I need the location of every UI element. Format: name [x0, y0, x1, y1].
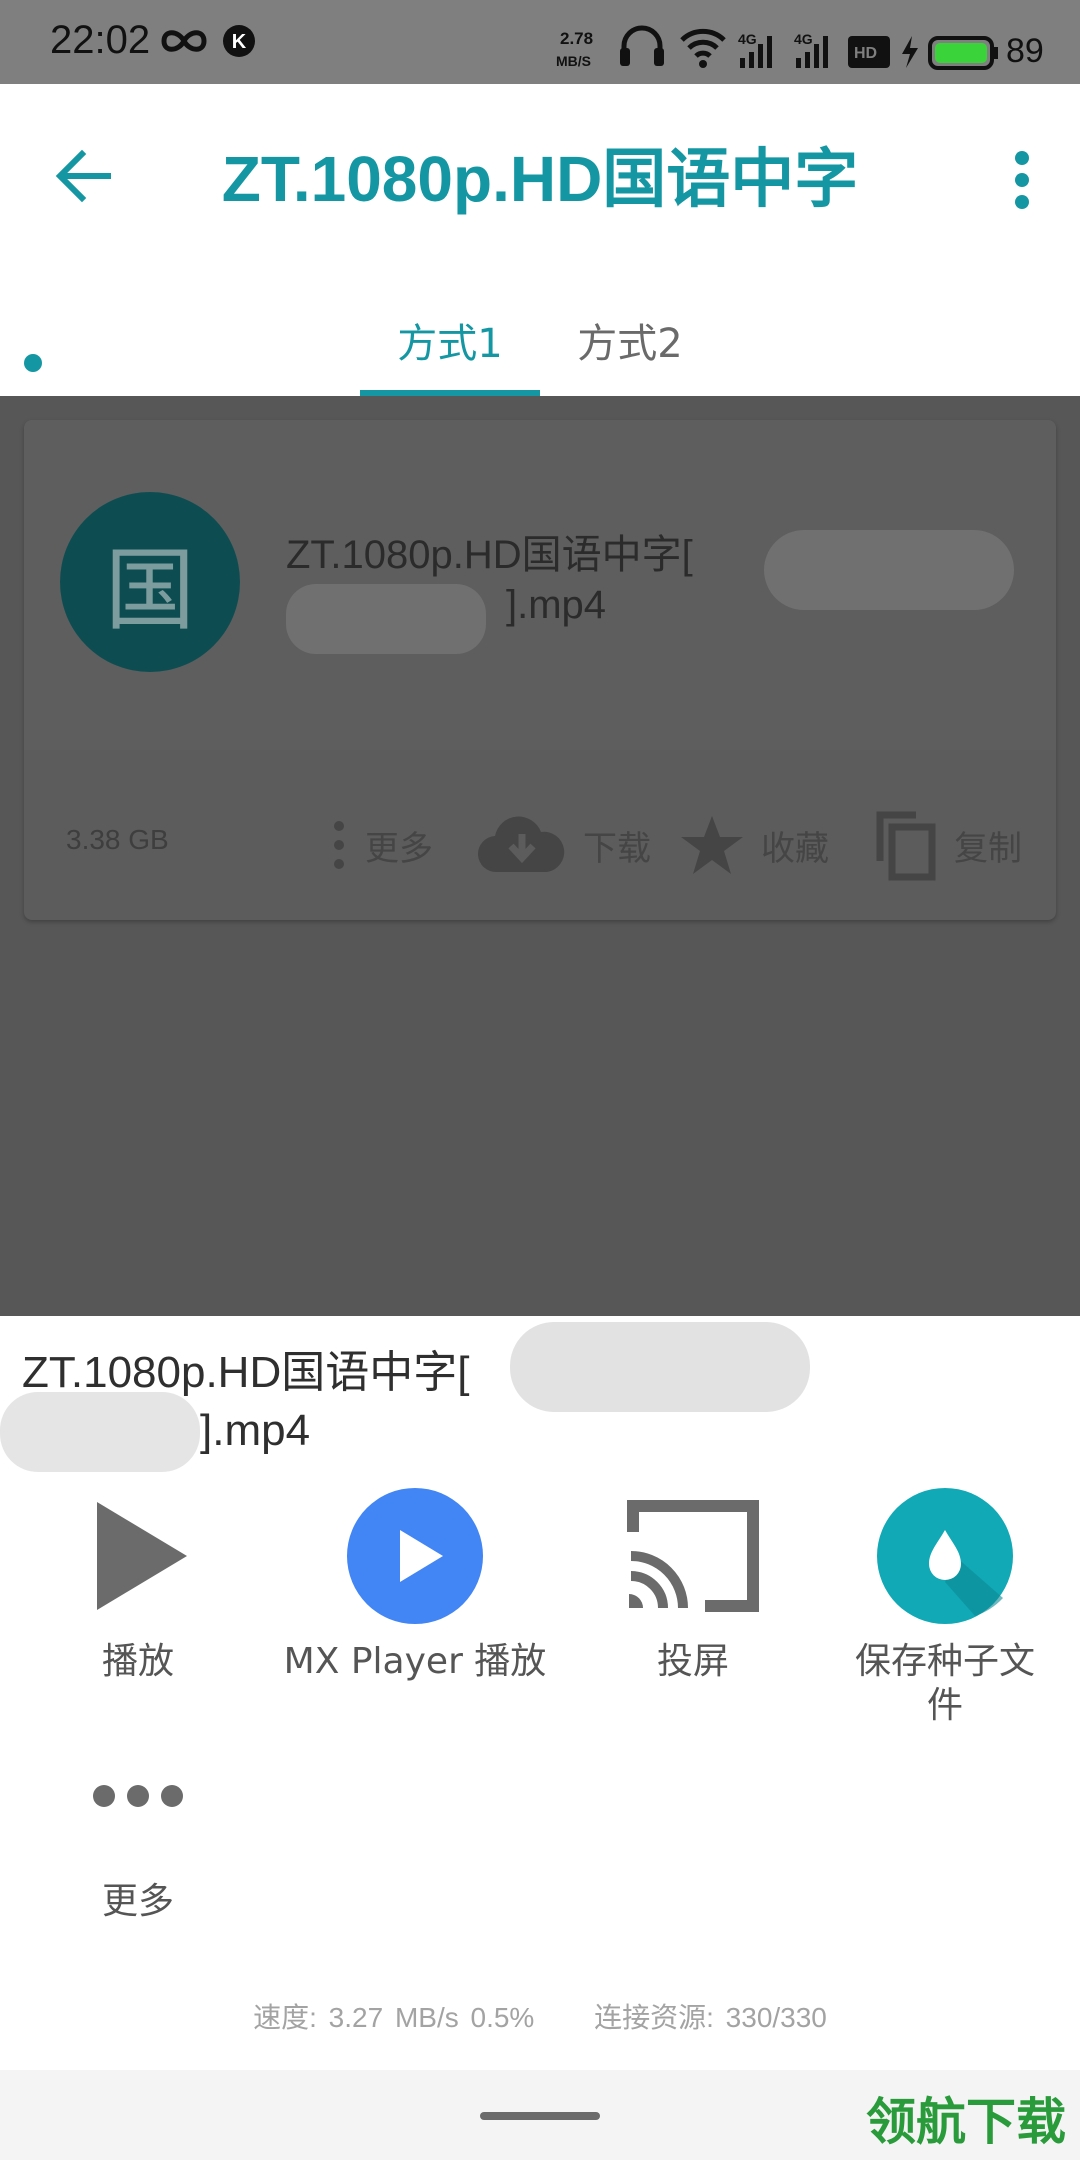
- copy-button[interactable]: 复制: [872, 810, 1022, 881]
- charging-icon: [902, 36, 918, 68]
- sheet-title-tail: ].mp4: [200, 1406, 311, 1455]
- status-right-icons: 2.78 MB/S 4G 4G HD 89: [556, 25, 1044, 70]
- more-horiz-icon: [93, 1785, 183, 1807]
- net-speed-unit: MB/S: [556, 53, 591, 69]
- wifi-icon: [680, 28, 726, 68]
- bottom-sheet: ZT.1080p.HD国语中字[ ].mp4 播放 MX Player 播放 投…: [0, 1316, 1080, 2070]
- more-button[interactable]: 更多: [329, 810, 433, 880]
- play-label: 播放: [101, 1641, 174, 1682]
- battery-level: 89: [1006, 32, 1044, 70]
- more-label: 更多: [101, 1881, 174, 1922]
- home-indicator[interactable]: [480, 2112, 600, 2120]
- cast-label: 投屏: [656, 1641, 729, 1682]
- blurred-text: [286, 584, 486, 654]
- svg-text:K: K: [232, 31, 247, 53]
- favorite-button[interactable]: 收藏: [679, 810, 829, 880]
- save-torrent-label: 保存种子文件: [854, 1641, 1035, 1726]
- hd-icon: HD: [848, 36, 890, 68]
- file-card[interactable]: 国 ZT.1080p.HD国语中字[ ].mp4 3.38 GB 更多 下载 收…: [24, 420, 1056, 920]
- star-icon: [681, 816, 743, 874]
- connections-text: 连接资源: 330/330: [594, 2002, 827, 2033]
- headphones-icon: [620, 25, 664, 66]
- status-left-icons: K: [160, 24, 256, 58]
- speed-text: 速度: 3.27 MB/s 0.5%: [253, 2002, 535, 2033]
- mx-player-option[interactable]: MX Player 播放: [280, 1486, 550, 1684]
- sheet-title: ZT.1080p.HD国语中字[ ].mp4: [22, 1344, 1022, 1460]
- svg-text:4G: 4G: [738, 31, 757, 47]
- file-title-text: ZT.1080p.HD国语中字[: [286, 533, 693, 577]
- infinity-icon: [161, 30, 207, 52]
- battery-icon: [928, 36, 998, 70]
- sheet-title-text: ZT.1080p.HD国语中字[: [22, 1348, 470, 1397]
- cast-option[interactable]: 投屏: [558, 1486, 828, 1684]
- file-size: 3.38 GB: [66, 824, 169, 855]
- save-torrent-option[interactable]: 保存种子文件: [810, 1486, 1080, 1728]
- cloud-download-icon: [477, 816, 565, 873]
- tab-method-2[interactable]: 方式2: [540, 284, 720, 396]
- copy-icon: [876, 811, 936, 881]
- torrent-drop-icon: [877, 1488, 1013, 1624]
- content-scrim[interactable]: 国 ZT.1080p.HD国语中字[ ].mp4 3.38 GB 更多 下载 收…: [0, 396, 1080, 1316]
- status-bar: 22:02 K 2.78 MB/S 4G 4G HD 89: [0, 0, 1080, 84]
- indicator-dot: [24, 354, 42, 372]
- play-icon: [97, 1502, 187, 1610]
- more-vert-icon: [334, 821, 344, 869]
- status-time: 22:02: [50, 18, 151, 62]
- more-option[interactable]: 更多: [3, 1726, 273, 1924]
- blurred-text: [764, 530, 1014, 610]
- favorite-label: 收藏: [761, 828, 829, 869]
- copy-label: 复制: [954, 828, 1022, 869]
- page-title: ZT.1080p.HD国语中字: [221, 143, 859, 215]
- k-app-icon: K: [223, 25, 255, 57]
- download-button[interactable]: 下载: [477, 810, 651, 880]
- file-avatar: 国: [60, 492, 240, 672]
- mx-player-icon: [347, 1488, 483, 1624]
- download-status: 速度: 3.27 MB/s 0.5% 连接资源: 330/330: [0, 1996, 1080, 2036]
- card-actions: 3.38 GB 更多 下载 收藏 复制: [24, 800, 1056, 890]
- svg-text:HD: HD: [854, 45, 877, 62]
- more-label: 更多: [365, 828, 433, 869]
- mx-player-label: MX Player 播放: [283, 1641, 547, 1682]
- svg-text:4G: 4G: [794, 31, 813, 47]
- download-label: 下载: [583, 828, 651, 869]
- tab-method-1[interactable]: 方式1: [360, 284, 540, 396]
- play-option[interactable]: 播放: [3, 1486, 273, 1684]
- app-bar: ZT.1080p.HD国语中字 方式1 方式2: [0, 84, 1080, 396]
- overflow-menu-icon[interactable]: [992, 140, 1052, 220]
- signal-icon: 4G 4G: [738, 31, 828, 68]
- watermark-logo: 领航下载: [866, 2093, 1066, 2151]
- cast-icon: [627, 1500, 759, 1612]
- tab-bar: 方式1 方式2: [0, 284, 1080, 396]
- file-title-tail: ].mp4: [506, 583, 607, 627]
- net-speed-value: 2.78: [560, 29, 593, 48]
